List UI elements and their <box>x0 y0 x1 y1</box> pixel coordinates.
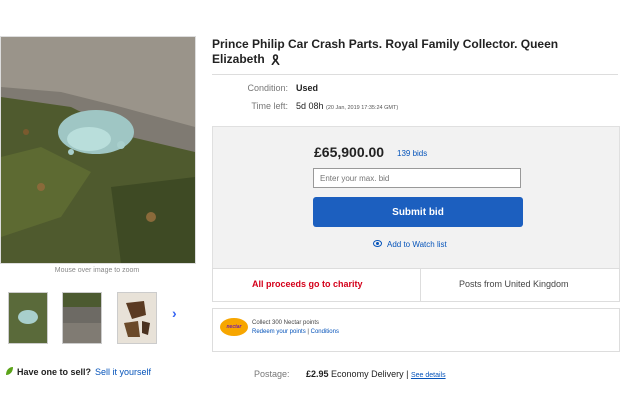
redeem-points-link[interactable]: Redeem your points <box>252 329 306 335</box>
leaf-icon <box>4 366 14 376</box>
condition-label: Condition: <box>247 83 288 93</box>
nectar-conditions-link[interactable]: Conditions <box>311 329 339 335</box>
zoom-hint: Mouse over image to zoom <box>54 267 140 274</box>
time-left-duration: 5d 08h <box>296 101 324 111</box>
nectar-separator: | <box>307 329 309 335</box>
postage-price: £2.95 <box>306 369 329 379</box>
postage-method: Economy Delivery | <box>331 369 409 379</box>
thumbnail-next-arrow[interactable]: › <box>172 305 177 321</box>
charity-text: All proceeds go to charity <box>252 279 363 289</box>
thumbnail-3[interactable] <box>117 292 157 344</box>
thumbnail-1[interactable] <box>8 292 48 344</box>
time-left-label: Time left: <box>251 101 288 111</box>
see-details-link[interactable]: See details <box>411 372 446 379</box>
postage-value: £2.95 Economy Delivery | See details <box>306 369 446 379</box>
title-divider <box>212 74 618 75</box>
listing-title-text: Prince Philip Car Crash Parts. Royal Fam… <box>212 37 559 66</box>
current-price: £65,900.00 <box>314 144 385 160</box>
nectar-text: Collect 300 Nectar points Redeem your po… <box>252 319 339 337</box>
submit-bid-button[interactable]: Submit bid <box>313 197 523 227</box>
sell-question: Have one to sell? <box>17 367 92 377</box>
posts-from-text: Posts from United Kingdom <box>459 279 569 289</box>
eye-icon <box>373 240 382 247</box>
nectar-logo: nectar <box>220 318 248 336</box>
nectar-collect: Collect 300 Nectar points <box>252 320 320 326</box>
condition-value: Used <box>296 83 319 93</box>
max-bid-input[interactable] <box>313 168 521 188</box>
time-left-detail: (20 Jan, 2019 17:35:24 GMT) <box>326 105 399 111</box>
add-to-watch-list-link[interactable]: Add to Watch list <box>373 240 447 249</box>
main-product-image[interactable] <box>0 36 196 264</box>
sell-it-yourself-link[interactable]: Sell it yourself <box>95 367 151 377</box>
charity-divider <box>420 268 421 301</box>
time-left-value: 5d 08h (20 Jan, 2019 17:35:24 GMT) <box>296 101 398 111</box>
listing-title: Prince Philip Car Crash Parts. Royal Fam… <box>212 37 612 69</box>
bid-count-link[interactable]: 139 bids <box>397 149 427 158</box>
black-ribbon-icon <box>271 54 280 69</box>
postage-label: Postage: <box>254 369 290 379</box>
sell-row: Have one to sell? Sell it yourself <box>4 366 151 377</box>
thumbnail-2[interactable] <box>62 292 102 344</box>
watch-list-label: Add to Watch list <box>387 240 447 249</box>
